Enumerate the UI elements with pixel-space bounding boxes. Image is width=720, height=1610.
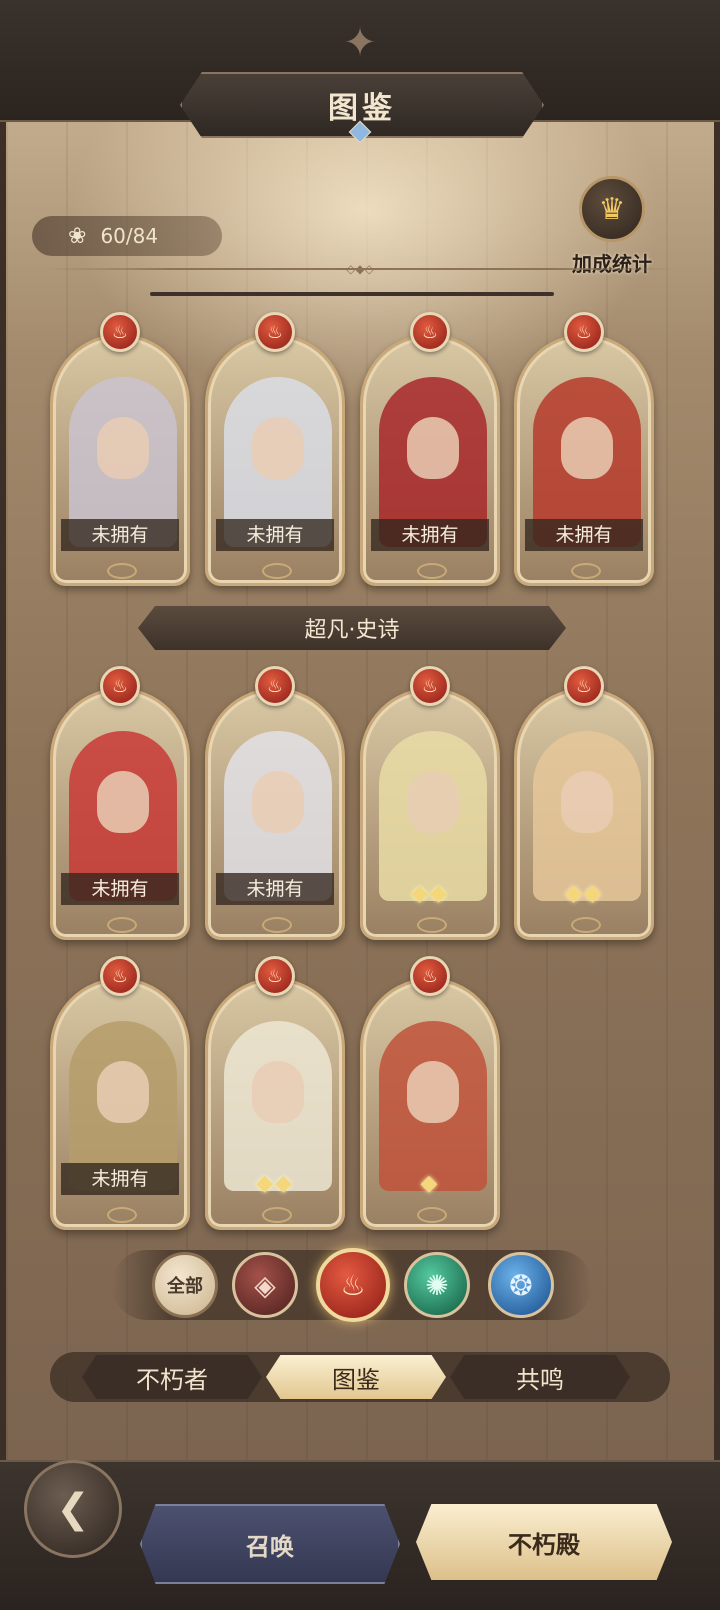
- fire-element-icon: ♨: [255, 666, 295, 706]
- wind-element-icon[interactable]: ✺: [404, 1252, 470, 1318]
- not-owned-label: 未拥有: [371, 519, 489, 551]
- hero-card[interactable]: 未拥有: [514, 334, 654, 586]
- card-ornament-icon: [262, 1207, 292, 1223]
- hero-portrait-face: [97, 771, 149, 833]
- hero-portrait-face: [97, 1061, 149, 1123]
- tab-resonance[interactable]: 共鸣: [450, 1355, 630, 1399]
- collection-count: ❀ 60/84: [32, 216, 222, 256]
- summon-nav-label: 召唤: [246, 1532, 294, 1561]
- card-ornament-icon: [262, 563, 292, 579]
- fire-element-icon: ♨: [255, 312, 295, 352]
- tab-immortal-label: 不朽者: [136, 1365, 208, 1394]
- hero-portrait-face: [561, 771, 613, 833]
- hero-card[interactable]: 未拥有: [205, 688, 345, 940]
- hall-nav-label: 不朽殿: [508, 1530, 580, 1559]
- fire-element-icon[interactable]: ♨: [316, 1248, 390, 1322]
- page-title-text: 图鉴: [328, 91, 396, 126]
- hero-portrait-face: [252, 771, 304, 833]
- fire-element-icon: ♨: [100, 312, 140, 352]
- collection-count-text: 60/84: [100, 224, 159, 248]
- bonus-stats-button[interactable]: ♛ 加成统计: [560, 176, 664, 276]
- hero-portrait-face: [407, 1061, 459, 1123]
- fire-element-icon: ♨: [410, 956, 450, 996]
- hero-portrait-face: [252, 417, 304, 479]
- not-owned-label: 未拥有: [61, 1163, 179, 1195]
- star-rank-icon: ◆◆: [411, 881, 449, 906]
- hero-card[interactable]: 未拥有: [50, 688, 190, 940]
- tab-codex-label: 图鉴: [332, 1365, 380, 1394]
- element-filter-bar: 全部 ◈ ♨ ✺ ❂: [112, 1248, 592, 1322]
- fire-element-icon: ♨: [255, 956, 295, 996]
- star-rank-icon: ◆◆: [565, 881, 603, 906]
- water-element-icon[interactable]: ❂: [488, 1252, 554, 1318]
- figure-icon: ♛: [579, 176, 645, 242]
- not-owned-label: 未拥有: [61, 873, 179, 905]
- top-ornament-icon: ✦: [343, 20, 377, 66]
- fire-element-icon: ♨: [410, 666, 450, 706]
- summon-nav-button[interactable]: 召唤: [140, 1504, 400, 1584]
- fire-element-icon: ♨: [100, 956, 140, 996]
- hero-card[interactable]: ◆◆: [360, 688, 500, 940]
- fire-element-icon: ♨: [410, 312, 450, 352]
- card-ornament-icon: [107, 917, 137, 933]
- hero-card[interactable]: 未拥有: [50, 334, 190, 586]
- tab-resonance-label: 共鸣: [516, 1365, 564, 1394]
- star-rank-icon: ◆◆: [256, 1171, 294, 1196]
- back-arrow-icon: ❮: [56, 1486, 90, 1532]
- hero-portrait-face: [561, 417, 613, 479]
- card-ornament-icon: [417, 563, 447, 579]
- filter-all-label: 全部: [167, 1276, 203, 1297]
- hero-card[interactable]: ◆: [360, 978, 500, 1230]
- not-owned-label: 未拥有: [216, 519, 334, 551]
- fire-element-icon: ♨: [564, 312, 604, 352]
- hall-nav-button[interactable]: 不朽殿: [416, 1504, 672, 1580]
- star-rank-icon: ◆: [420, 1171, 440, 1196]
- void-element-icon[interactable]: ◈: [232, 1252, 298, 1318]
- card-ornament-icon: [571, 563, 601, 579]
- fire-element-icon: ♨: [100, 666, 140, 706]
- not-owned-label: 未拥有: [61, 519, 179, 551]
- hero-card[interactable]: 未拥有: [360, 334, 500, 586]
- row-separator: [150, 292, 554, 296]
- hero-card[interactable]: 未拥有: [205, 334, 345, 586]
- card-ornament-icon: [107, 1207, 137, 1223]
- bonus-stats-label: 加成统计: [572, 252, 652, 276]
- hero-portrait-face: [252, 1061, 304, 1123]
- hero-card[interactable]: ◆◆: [514, 688, 654, 940]
- section-header-label: 超凡·史诗: [304, 618, 400, 643]
- card-ornament-icon: [417, 1207, 447, 1223]
- hero-card[interactable]: 未拥有: [50, 978, 190, 1230]
- hero-portrait-face: [407, 771, 459, 833]
- hero-card[interactable]: ◆◆: [205, 978, 345, 1230]
- not-owned-label: 未拥有: [525, 519, 643, 551]
- card-ornament-icon: [417, 917, 447, 933]
- filter-all-button[interactable]: 全部: [152, 1252, 218, 1318]
- collection-icon: ❀: [68, 223, 87, 249]
- hero-portrait-face: [407, 417, 459, 479]
- card-ornament-icon: [107, 563, 137, 579]
- card-ornament-icon: [262, 917, 292, 933]
- sub-tab-bar: 不朽者 图鉴 共鸣: [50, 1352, 670, 1402]
- section-header: 超凡·史诗: [138, 606, 566, 650]
- divider-ornament-icon: ◇◆◇: [346, 262, 374, 276]
- tab-codex[interactable]: 图鉴: [266, 1355, 446, 1399]
- card-ornament-icon: [571, 917, 601, 933]
- hero-portrait-face: [97, 417, 149, 479]
- fire-element-icon: ♨: [564, 666, 604, 706]
- not-owned-label: 未拥有: [216, 873, 334, 905]
- back-button[interactable]: ❮: [24, 1460, 122, 1558]
- tab-immortal[interactable]: 不朽者: [82, 1355, 262, 1399]
